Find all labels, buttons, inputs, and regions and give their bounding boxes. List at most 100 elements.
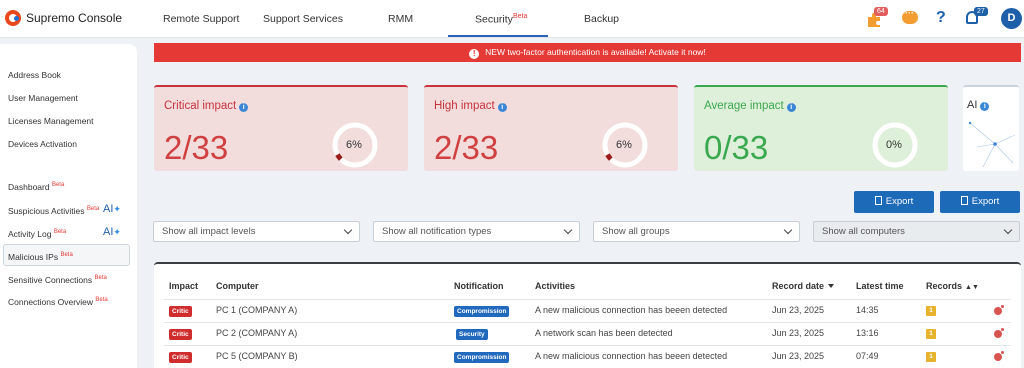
- tab-rmm[interactable]: RMM: [388, 13, 413, 25]
- malware-bomb-icon[interactable]: [994, 305, 1004, 315]
- extensions-count-badge: 64: [874, 7, 888, 16]
- sidebar-item-address-book[interactable]: Address Book: [8, 70, 61, 80]
- ai-card: AI i: [963, 85, 1019, 171]
- activity-cell: A new malicious connection has beeen det…: [535, 351, 728, 361]
- user-avatar[interactable]: D: [1001, 8, 1022, 29]
- sidebar-item-dashboard[interactable]: Dashboard Beta: [8, 182, 64, 192]
- sidebar-item-sensitive-connections[interactable]: Sensitive Connections Beta: [8, 275, 107, 285]
- sidebar-item-devices-activation[interactable]: Devices Activation: [8, 139, 77, 149]
- ai-label: AI: [103, 203, 114, 215]
- sort-desc-icon: [828, 284, 835, 288]
- sidebar-item-licenses-management[interactable]: Licenses Management: [8, 116, 94, 126]
- date-cell: Jun 23, 2025: [772, 351, 825, 361]
- tab-label: Backup: [584, 13, 620, 25]
- critical-impact-card: Critical impact i 2/33 6%: [154, 85, 408, 171]
- time-cell: 07:49: [856, 351, 879, 361]
- alert-text: NEW two-factor authentication is availab…: [485, 47, 706, 57]
- sidebar: Address Book User Management Licenses Ma…: [0, 44, 137, 368]
- ai-sparkle-icon: AI✦: [103, 226, 121, 238]
- header-notification[interactable]: Notification: [454, 281, 504, 291]
- select-value: Show all groups: [602, 226, 670, 237]
- two-factor-alert-banner[interactable]: ! NEW two-factor authentication is availa…: [154, 43, 1021, 62]
- row-divider: [164, 299, 1011, 300]
- tab-label: Remote Support: [163, 13, 240, 25]
- chevron-down-icon: [563, 225, 573, 235]
- select-value: Show all computers: [822, 226, 905, 237]
- notification-badge: Security: [456, 329, 488, 340]
- app-title[interactable]: Supremo Console: [26, 11, 122, 25]
- sidebar-item-label: User Management: [8, 93, 78, 103]
- tab-security[interactable]: SecurityBeta: [475, 13, 527, 26]
- header-label: Records: [926, 281, 963, 291]
- card-title: High impact i: [434, 100, 507, 112]
- tab-support-services[interactable]: Support Services: [263, 13, 343, 25]
- info-icon[interactable]: i: [239, 103, 249, 112]
- sidebar-item-label: Sensitive Connections: [8, 275, 93, 285]
- help-icon[interactable]: ?: [936, 9, 946, 27]
- tab-label: RMM: [388, 13, 414, 25]
- card-value: 2/33: [164, 129, 229, 166]
- malware-bomb-icon[interactable]: [994, 351, 1004, 361]
- high-impact-card: High impact i 2/33 6%: [424, 85, 678, 171]
- computer-select[interactable]: Show all computers: [813, 221, 1020, 242]
- header-computer[interactable]: Computer: [216, 281, 259, 291]
- header-label: Record date: [772, 281, 825, 291]
- impact-badge: Critic: [169, 306, 192, 317]
- header-latest-time[interactable]: Latest time: [856, 281, 904, 291]
- average-impact-card: Average impact i 0/33 0%: [694, 85, 948, 171]
- export-pdf-button[interactable]: Export: [854, 191, 934, 213]
- activity-cell: A network scan has been detected: [535, 328, 673, 338]
- header-impact[interactable]: Impact: [169, 281, 198, 291]
- sidebar-item-connections-overview[interactable]: Connections Overview Beta: [8, 297, 108, 307]
- sidebar-item-label: Licenses Management: [8, 116, 94, 126]
- header-record-date[interactable]: Record date: [772, 281, 835, 291]
- beta-badge: Beta: [53, 229, 67, 236]
- sidebar-item-label: Dashboard: [8, 182, 50, 192]
- sidebar-item-label: Suspicious Activities: [8, 206, 85, 216]
- ai-label: AI: [103, 226, 114, 238]
- info-icon[interactable]: i: [497, 103, 507, 112]
- info-icon[interactable]: i: [980, 102, 990, 111]
- row-divider: [164, 322, 1011, 323]
- tab-label: Security: [475, 13, 513, 26]
- header-records[interactable]: Records ▲▼: [926, 281, 979, 291]
- notification-type-select[interactable]: Show all notification types: [373, 221, 580, 242]
- tab-remote-support[interactable]: Remote Support: [163, 13, 239, 25]
- export-csv-button[interactable]: Export: [940, 191, 1020, 213]
- malware-bomb-icon[interactable]: [994, 328, 1004, 338]
- ai-card-title-text: AI: [967, 99, 978, 111]
- notification-badge: Compromission: [454, 306, 510, 317]
- card-title: Critical impact i: [164, 100, 249, 112]
- impact-level-select[interactable]: Show all impact levels: [153, 221, 360, 242]
- tab-backup[interactable]: Backup: [584, 13, 619, 25]
- csv-file-icon: [960, 196, 968, 205]
- sidebar-item-label: Activity Log: [8, 229, 52, 239]
- activity-cell: A new malicious connection has beeen det…: [535, 305, 728, 315]
- gauge-percentage: 6%: [616, 139, 632, 151]
- logo-dot: [14, 16, 19, 21]
- tab-label: Support Services: [263, 13, 343, 25]
- pdf-file-icon: [874, 196, 882, 205]
- sidebar-item-activity-log[interactable]: Activity Log Beta: [8, 229, 66, 239]
- gauge-fill: [335, 153, 343, 161]
- row-divider: [164, 345, 1011, 346]
- gauge-fill: [605, 153, 613, 161]
- sidebar-item-label: Address Book: [8, 70, 61, 80]
- info-icon[interactable]: i: [786, 103, 796, 112]
- chat-icon[interactable]: [902, 8, 918, 24]
- sidebar-item-suspicious-activities[interactable]: Suspicious Activities Beta: [8, 206, 99, 216]
- group-select[interactable]: Show all groups: [593, 221, 800, 242]
- select-value: Show all notification types: [382, 226, 492, 237]
- card-title-text: High impact: [434, 100, 495, 112]
- ai-sparkle-icon: AI✦: [103, 203, 121, 215]
- time-cell: 13:16: [856, 328, 879, 338]
- impact-badge: Critic: [169, 352, 192, 363]
- header-activities[interactable]: Activities: [535, 281, 575, 291]
- time-cell: 14:35: [856, 305, 879, 315]
- sidebar-item-malicious-ips[interactable]: Malicious IPs Beta: [8, 252, 73, 262]
- card-title-text: Critical impact: [164, 100, 237, 112]
- sidebar-item-user-management[interactable]: User Management: [8, 93, 78, 103]
- notifications-count-badge: 27: [974, 7, 988, 16]
- top-bar: Supremo Console Remote Support Support S…: [0, 0, 1024, 38]
- computer-cell: PC 5 (COMPANY B): [216, 351, 298, 361]
